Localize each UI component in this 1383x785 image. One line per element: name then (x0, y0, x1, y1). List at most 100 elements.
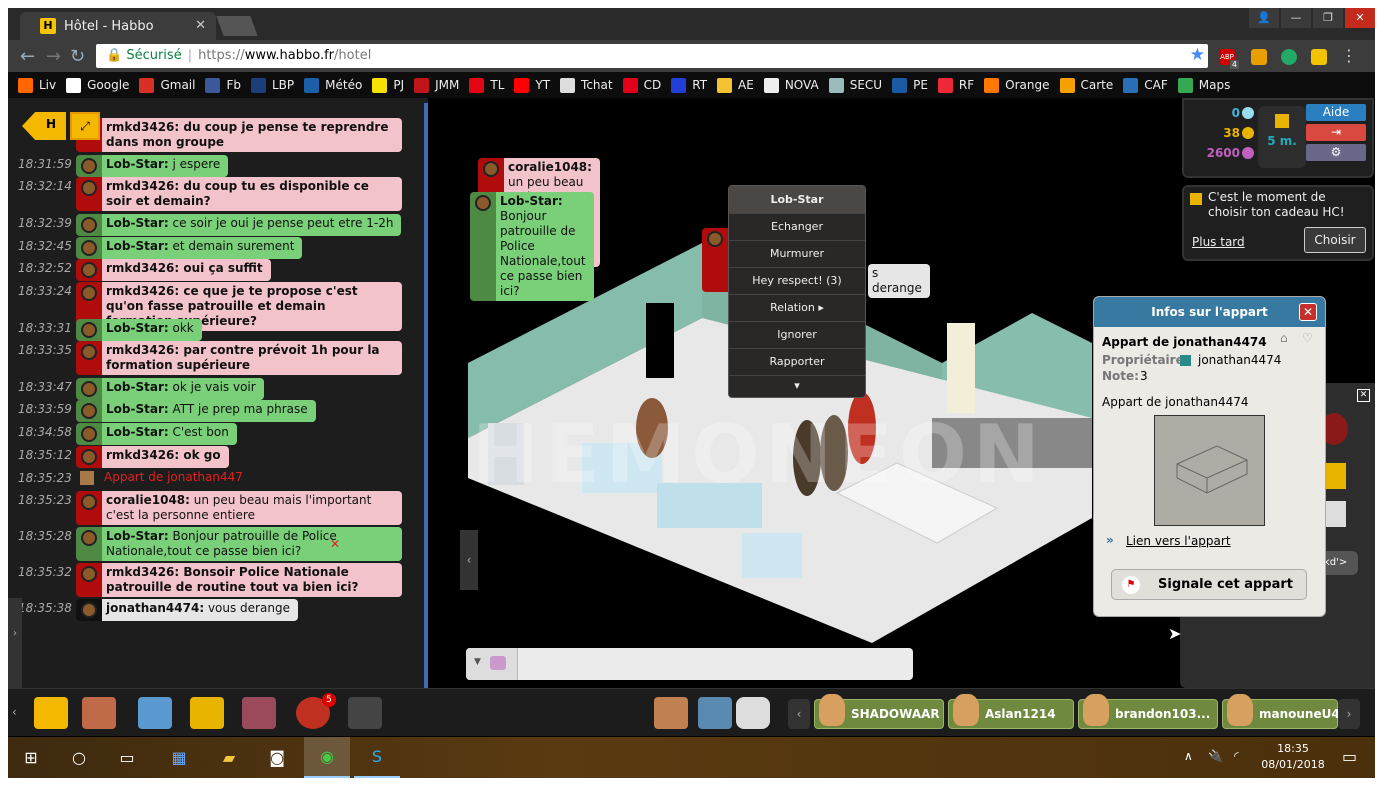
maximize-button[interactable]: ❐ (1313, 8, 1343, 28)
delete-icon[interactable]: ✕ (330, 537, 340, 551)
bookmark-15[interactable]: SECU (828, 77, 882, 93)
user-avatar[interactable] (76, 237, 102, 259)
hotel-view-icon[interactable] (34, 697, 68, 729)
chrome-taskbar-icon[interactable]: ◉ (304, 737, 350, 778)
camera-icon[interactable] (348, 697, 382, 729)
new-tab-button[interactable] (216, 16, 258, 36)
chat-bubble[interactable]: rmkd3426: du coup tu es disponible ce so… (76, 177, 402, 211)
bookmark-21[interactable]: Maps (1177, 77, 1230, 93)
room-chat-bubble[interactable]: s derange (868, 264, 930, 298)
cortana-icon[interactable]: ○ (56, 737, 102, 778)
bookmark-2[interactable]: Gmail (139, 77, 195, 93)
user-avatar[interactable] (76, 423, 102, 445)
user-avatar[interactable] (76, 491, 102, 525)
owner-profile-icon[interactable] (1180, 355, 1191, 366)
url-field[interactable]: 🔒 Sécurisé | https://www.habbo.fr/hotel (96, 44, 1208, 68)
logout-button[interactable]: ⇥ (1306, 124, 1366, 141)
tab-habbo[interactable]: H Hôtel - Habbo ✕ (20, 12, 216, 40)
username[interactable]: Lob-Star: (106, 321, 169, 335)
bookmark-3[interactable]: Fb (205, 77, 241, 93)
close-window-button[interactable]: ✕ (1345, 8, 1375, 28)
bookmark-8[interactable]: TL (469, 77, 504, 93)
chat-bubble[interactable]: rmkd3426: du coup je pense te reprendre … (76, 118, 402, 152)
key-extension-icon[interactable] (1251, 49, 1267, 65)
username[interactable]: Lob-Star: (106, 529, 169, 543)
user-avatar[interactable] (470, 192, 496, 301)
room-chat-bubble[interactable]: Lob-Star: Bonjour patrouille de Police N… (470, 192, 594, 301)
close-room-info-button[interactable]: ✕ (1299, 303, 1317, 321)
chat-bubble[interactable]: Lob-Star: okk (76, 319, 202, 341)
context-menu-item[interactable]: Ignorer (729, 321, 865, 348)
user-avatar[interactable] (76, 177, 102, 211)
friend-chip[interactable]: Aslan1214 (948, 694, 1074, 729)
username[interactable]: rmkd3426: (106, 284, 179, 298)
report-room-button[interactable]: ⚑ Signale cet appart (1111, 569, 1307, 600)
chat-bubble[interactable]: coralie1048: un peu beau mais l'importan… (76, 491, 402, 525)
username[interactable]: Lob-Star: (106, 157, 169, 171)
toolbar-collapse-icon[interactable]: ‹ (12, 705, 17, 719)
username[interactable]: Lob-Star: (106, 425, 169, 439)
username[interactable]: rmkd3426: (106, 120, 179, 134)
user-avatar[interactable] (76, 319, 102, 341)
chat-bubble[interactable]: rmkd3426: Bonsoir Police Nationale patro… (76, 563, 402, 597)
chat-input[interactable]: ▼ (466, 648, 913, 680)
camera-app-icon[interactable]: ◙ (254, 737, 300, 778)
extension-icon[interactable] (1281, 49, 1297, 65)
chat-bubble[interactable]: Lob-Star: ATT je prep ma phrase (76, 400, 316, 422)
friend-chip[interactable]: brandon103... (1078, 694, 1218, 729)
bookmark-17[interactable]: RF (937, 77, 974, 93)
builders-club-icon[interactable] (190, 697, 224, 729)
system-message[interactable]: Appart de jonathan447 (104, 470, 243, 484)
bookmark-12[interactable]: RT (671, 77, 707, 93)
chat-style-selector[interactable]: ▼ (466, 648, 518, 680)
chat-bubble[interactable]: rmkd3426: oui ça suffit (76, 259, 271, 281)
user-avatar[interactable] (76, 341, 102, 375)
skype-icon[interactable]: S (354, 737, 400, 778)
user-avatar[interactable] (76, 155, 102, 177)
settings-button[interactable]: ⚙ (1306, 144, 1366, 161)
clock[interactable]: 18:35 08/01/2018 (1258, 741, 1328, 773)
shop-icon[interactable] (138, 697, 172, 729)
room-side-toggle[interactable]: ‹ (460, 530, 478, 590)
username[interactable]: rmkd3426: (106, 179, 179, 193)
bookmark-9[interactable]: YT (514, 77, 550, 93)
rooms-navigator-icon[interactable] (82, 697, 116, 729)
chat-bubble[interactable]: Lob-Star: C'est bon (76, 423, 237, 445)
friends-icon[interactable] (654, 697, 688, 729)
user-avatar[interactable] (76, 527, 102, 561)
hc-status[interactable]: 5 m. (1258, 106, 1306, 168)
reload-icon[interactable]: ↻ (70, 46, 85, 67)
bookmark-19[interactable]: Carte (1059, 77, 1113, 93)
home-icon[interactable]: ⌂ (1280, 331, 1288, 345)
close-tab-icon[interactable]: ✕ (195, 18, 206, 33)
bookmark-20[interactable]: CAF (1123, 77, 1168, 93)
context-menu-item[interactable]: Echanger (729, 213, 865, 240)
messenger-icon[interactable] (736, 697, 770, 729)
back-icon[interactable]: ← (20, 46, 35, 67)
bookmark-0[interactable]: Liv (18, 77, 56, 93)
bookmark-14[interactable]: NOVA (763, 77, 819, 93)
context-menu-item[interactable]: Hey respect! (3) (729, 267, 865, 294)
user-avatar[interactable] (76, 400, 102, 422)
user-avatar[interactable] (76, 214, 102, 236)
chat-bubble[interactable]: jonathan4474: vous derange (76, 599, 298, 621)
chat-bubble[interactable]: Lob-Star: j espere (76, 155, 229, 177)
user-avatar[interactable] (76, 259, 102, 281)
wifi-icon[interactable]: ◜ (1234, 749, 1239, 763)
username[interactable]: Lob-Star: (106, 216, 169, 230)
username[interactable]: coralie1048: (508, 160, 592, 174)
context-menu-item[interactable]: Relation ▸ (729, 294, 865, 321)
username[interactable]: Lob-Star: (500, 194, 563, 208)
action-center-icon[interactable]: ▭ (1342, 747, 1357, 766)
username[interactable]: Lob-Star: (106, 380, 169, 394)
glasses-extension-icon[interactable] (1311, 49, 1327, 65)
minimize-button[interactable]: — (1281, 8, 1311, 28)
expand-icon[interactable]: ⤢ (70, 112, 100, 140)
username[interactable]: rmkd3426: (106, 343, 179, 357)
user-avatar[interactable] (702, 228, 728, 292)
chat-bubble[interactable]: Lob-Star: Bonjour patrouille de Police N… (76, 527, 402, 561)
chat-bubble[interactable]: Lob-Star: ok je vais voir (76, 378, 264, 400)
user-avatar[interactable] (76, 378, 102, 400)
search-friends-icon[interactable] (698, 697, 732, 729)
bookmark-6[interactable]: PJ (372, 77, 404, 93)
